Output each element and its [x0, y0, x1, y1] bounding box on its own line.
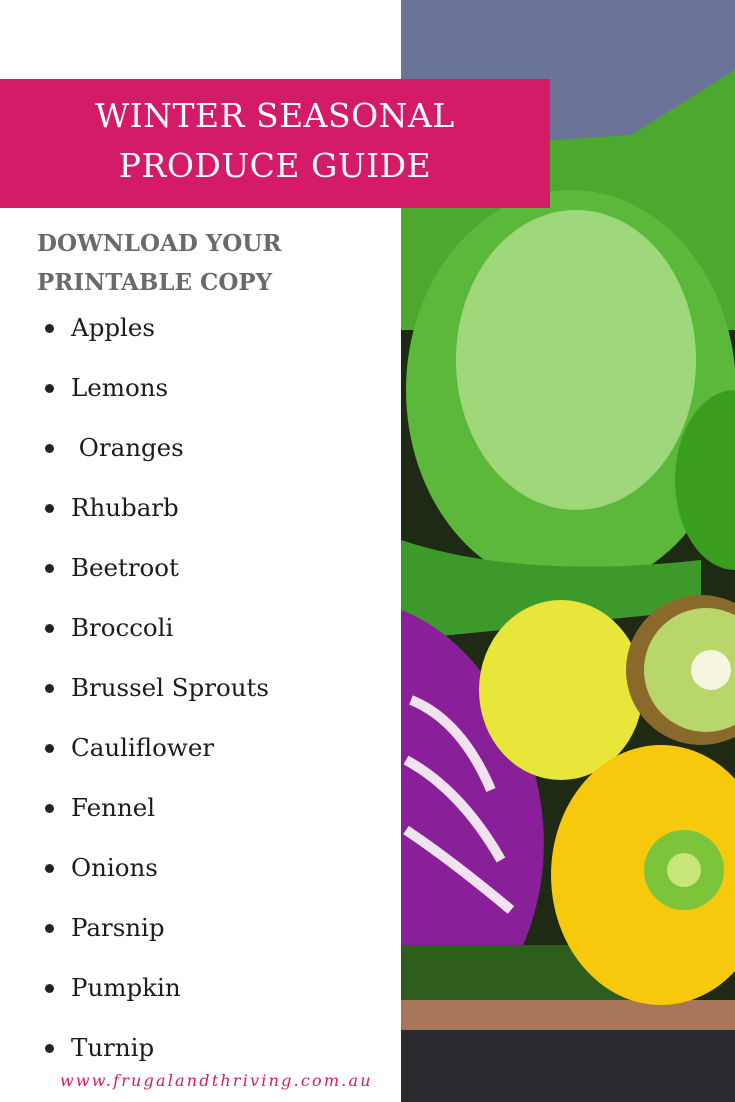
list-item-label: Pumpkin — [71, 973, 181, 1002]
bullet-icon — [45, 1044, 54, 1053]
crate-edge — [401, 1000, 735, 1030]
bullet-icon — [45, 744, 54, 753]
list-item-label: Apples — [71, 313, 155, 342]
title-line-2: PRODUCE GUIDE — [118, 146, 432, 185]
list-item: Oranges — [0, 425, 269, 485]
list-item-label: Turnip — [71, 1033, 155, 1062]
kiwi-core — [691, 650, 731, 690]
list-item: Broccoli — [0, 605, 269, 665]
list-item: Apples — [0, 305, 269, 365]
list-item: Fennel — [0, 785, 269, 845]
list-item-label: Broccoli — [71, 613, 174, 642]
bullet-icon — [45, 804, 54, 813]
website-link[interactable]: www.frugalandthriving.com.au — [60, 1071, 373, 1090]
produce-list: Apples Lemons Oranges Rhubarb Beetroot B… — [0, 305, 269, 1085]
download-heading[interactable]: DOWNLOAD YOUR PRINTABLE COPY — [37, 224, 281, 302]
list-item-label: Brussel Sprouts — [71, 673, 269, 702]
title-banner: WINTER SEASONAL PRODUCE GUIDE — [0, 79, 550, 208]
list-item: Parsnip — [0, 905, 269, 965]
list-item-label: Parsnip — [71, 913, 165, 942]
download-heading-line-1: DOWNLOAD YOUR — [37, 230, 282, 257]
list-item: Lemons — [0, 365, 269, 425]
bullet-icon — [45, 864, 54, 873]
bullet-icon — [45, 924, 54, 933]
list-item: Rhubarb — [0, 485, 269, 545]
title-line-1: WINTER SEASONAL — [95, 96, 455, 135]
bullet-icon — [45, 384, 54, 393]
list-item: Beetroot — [0, 545, 269, 605]
list-item-label: Beetroot — [71, 553, 179, 582]
bullet-icon — [45, 324, 54, 333]
bullet-icon — [45, 624, 54, 633]
list-item-label: Onions — [71, 853, 158, 882]
list-item-label: Cauliflower — [71, 733, 215, 762]
list-item-label: Lemons — [71, 373, 169, 402]
bullet-icon — [45, 564, 54, 573]
bullet-icon — [45, 984, 54, 993]
list-item-label: Fennel — [71, 793, 156, 822]
bullet-icon — [45, 684, 54, 693]
bullet-icon — [45, 504, 54, 513]
bullet-icon — [45, 444, 54, 453]
savoy-cabbage-heart — [456, 210, 696, 510]
capsicum-stem — [667, 853, 701, 887]
dark-table — [401, 1030, 735, 1102]
list-item-label: Rhubarb — [71, 493, 179, 522]
list-item-label: Oranges — [71, 433, 184, 462]
list-item: Cauliflower — [0, 725, 269, 785]
list-item: Pumpkin — [0, 965, 269, 1025]
download-heading-line-2: PRINTABLE COPY — [37, 269, 273, 296]
lemon — [479, 600, 643, 780]
list-item: Brussel Sprouts — [0, 665, 269, 725]
list-item: Onions — [0, 845, 269, 905]
